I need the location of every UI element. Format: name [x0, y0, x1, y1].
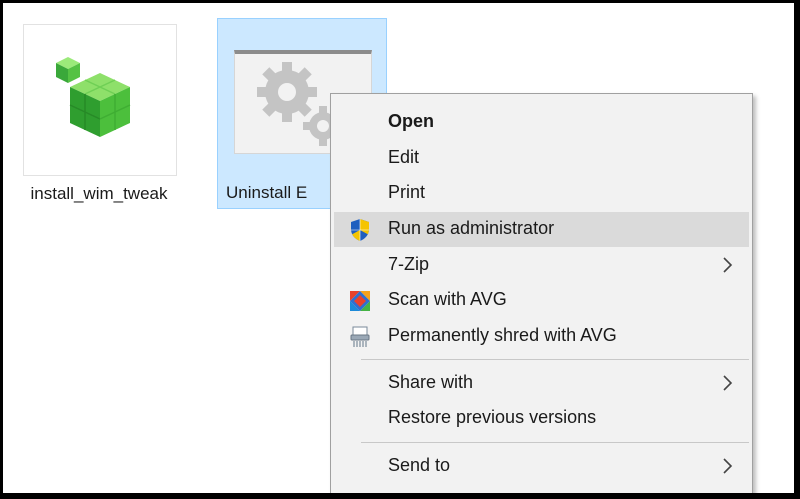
menu-item-label: Print — [388, 182, 426, 202]
avg-icon — [348, 289, 372, 313]
menu-item-label: Run as administrator — [388, 218, 555, 238]
file-name-label: install_wim_tweak — [30, 184, 168, 203]
menu-item-edit[interactable]: Edit — [334, 141, 749, 176]
menu-item-open[interactable]: Open — [334, 105, 749, 140]
menu-item-7zip[interactable]: 7-Zip — [334, 248, 749, 283]
menu-item-label: 7-Zip — [388, 254, 430, 274]
menu-item-run-as-administrator[interactable]: Run as administrator — [334, 212, 749, 247]
chevron-right-icon — [723, 458, 733, 474]
menu-separator — [361, 442, 749, 443]
menu-item-restore-previous-versions[interactable]: Restore previous versions — [334, 401, 749, 436]
menu-item-share-with[interactable]: Share with — [334, 366, 749, 401]
menu-item-label: Scan with AVG — [388, 289, 507, 309]
chevron-right-icon — [723, 257, 733, 273]
registry-cubes-icon — [56, 57, 131, 137]
menu-item-label: Share with — [388, 372, 474, 392]
context-menu: Open Edit Print Run as administrator 7-Z… — [330, 93, 753, 493]
menu-item-send-to[interactable]: Send to — [334, 449, 749, 484]
file-thumbnail — [23, 24, 177, 176]
desktop: install_wim_tweak Uninstall E Open Edit … — [3, 3, 794, 493]
menu-item-label: Permanently shred with AVG — [388, 325, 617, 345]
avg-shredder-icon — [348, 325, 372, 349]
menu-item-label: Edit — [388, 147, 420, 167]
menu-item-label: Open — [388, 111, 435, 131]
menu-item-label: Restore previous versions — [388, 407, 597, 427]
chevron-right-icon — [723, 375, 733, 391]
menu-item-shred-with-avg[interactable]: Permanently shred with AVG — [334, 319, 749, 354]
menu-separator — [361, 359, 749, 360]
file-install-wim-tweak[interactable]: install_wim_tweak — [19, 20, 185, 235]
menu-item-print[interactable]: Print — [334, 176, 749, 211]
menu-item-scan-with-avg[interactable]: Scan with AVG — [334, 283, 749, 318]
uac-shield-icon — [348, 218, 372, 242]
menu-item-label: Send to — [388, 455, 451, 475]
